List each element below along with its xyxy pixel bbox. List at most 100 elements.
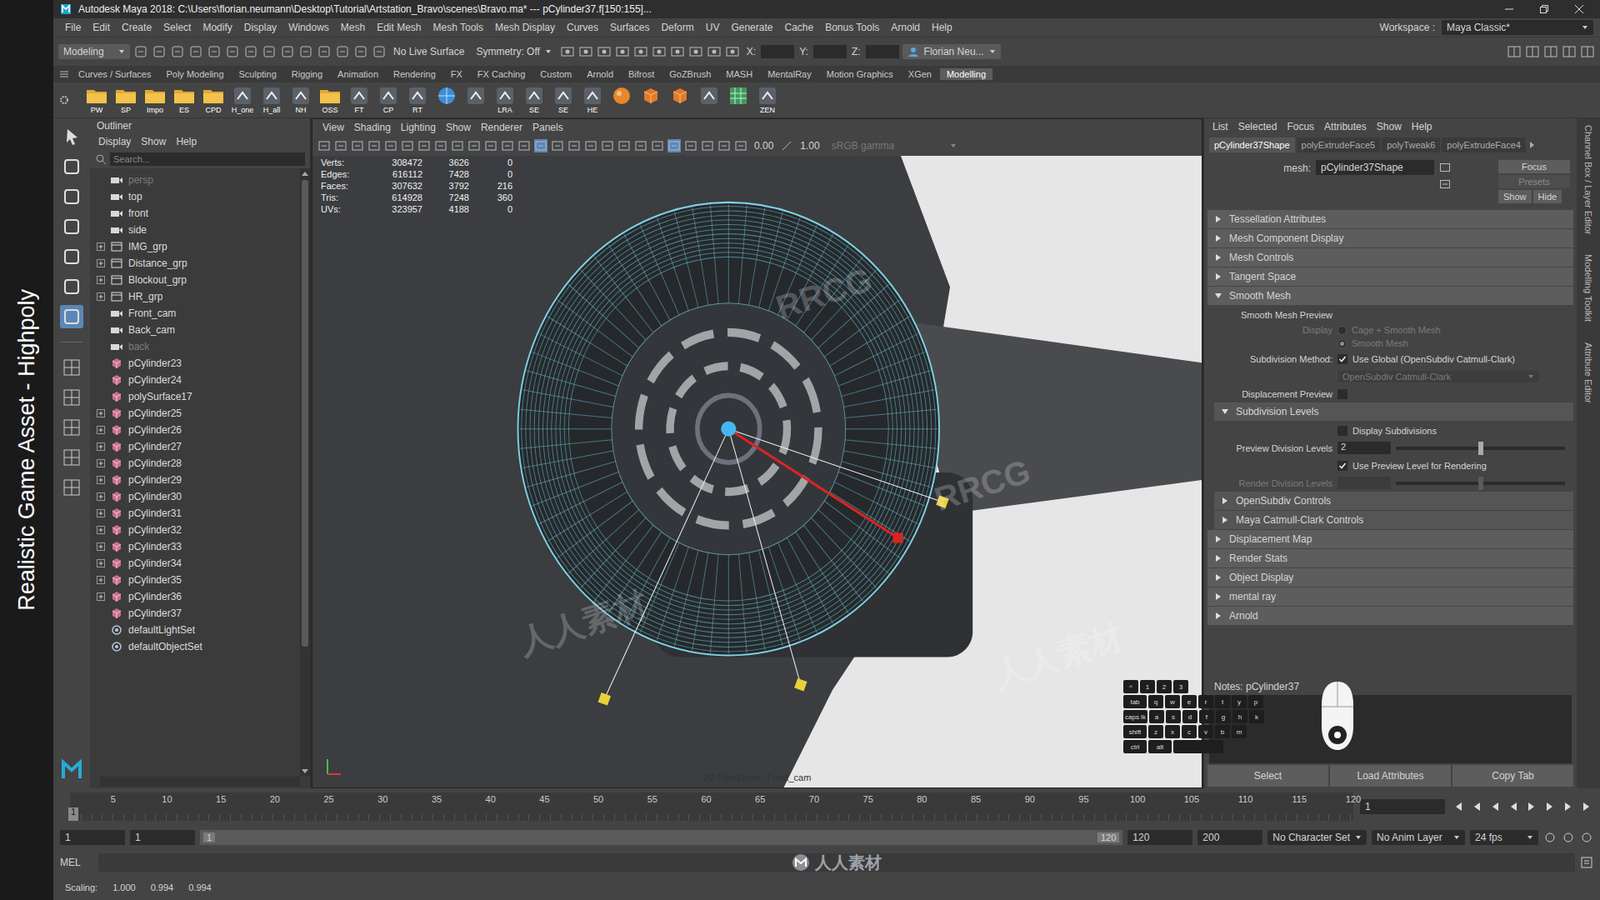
outliner-item[interactable]: pCylinder28 <box>90 455 300 472</box>
status-tool-icon[interactable] <box>371 44 387 60</box>
panel-layout-icon[interactable] <box>60 475 84 500</box>
shelf-button[interactable] <box>725 85 751 115</box>
gamma-value[interactable]: 1.00 <box>796 140 823 152</box>
viewport-tool-icon[interactable] <box>634 139 648 153</box>
start-time-field[interactable]: 1 <box>60 830 125 845</box>
status-tool-icon[interactable] <box>170 44 185 60</box>
shelf-button[interactable]: H_one <box>230 85 255 115</box>
shelf-button[interactable] <box>463 85 489 115</box>
tool-icon[interactable] <box>60 185 84 209</box>
status-tool-icon[interactable] <box>353 44 369 60</box>
outliner-item[interactable]: pCylinder36 <box>90 588 300 605</box>
playback-start-field[interactable]: 1 <box>130 830 195 845</box>
attribute-menu-item[interactable]: Focus <box>1281 120 1320 133</box>
outliner-item[interactable]: pCylinder30 <box>90 488 300 505</box>
node-tab[interactable]: polyExtrudeFace4 <box>1441 137 1526 153</box>
menu-item[interactable]: Generate <box>725 21 778 34</box>
status-tool-icon[interactable] <box>133 44 149 60</box>
shelf-button[interactable] <box>696 85 722 115</box>
render-tool-icon[interactable] <box>706 44 722 60</box>
expand-plus-icon[interactable] <box>96 509 105 518</box>
playback-icon[interactable] <box>1525 800 1539 814</box>
outliner-item[interactable]: IMG_grp <box>90 238 300 255</box>
scroll-down-icon[interactable] <box>300 766 310 775</box>
coordinate-field[interactable] <box>760 45 795 59</box>
range-bar[interactable]: 1120 <box>200 830 1123 845</box>
outliner-item[interactable]: defaultObjectSet <box>90 638 300 655</box>
status-tool-icon[interactable] <box>206 44 222 60</box>
expand-plus-icon[interactable] <box>96 592 105 601</box>
attribute-menu-item[interactable]: Show <box>1371 120 1407 133</box>
viewport-canvas[interactable]: Verts:30847236260Edges:61611274280Faces:… <box>312 155 1202 788</box>
viewport-tool-icon[interactable] <box>484 139 498 153</box>
shelf-button[interactable] <box>638 85 664 115</box>
outliner-item[interactable]: pCylinder29 <box>90 471 300 489</box>
expand-plus-icon[interactable] <box>96 475 105 485</box>
outliner-item[interactable]: pCylinder35 <box>90 571 300 589</box>
tool-icon[interactable] <box>60 215 84 239</box>
menu-item[interactable]: File <box>60 21 86 34</box>
attribute-section[interactable]: Smooth Mesh <box>1207 286 1574 306</box>
layout-icon[interactable] <box>1506 44 1522 60</box>
viewport-tool-icon[interactable] <box>350 139 365 153</box>
viewport-tool-icon[interactable] <box>384 139 398 153</box>
viewport-tool-icon[interactable] <box>717 139 731 153</box>
menu-item[interactable]: Windows <box>283 21 335 34</box>
user-dropdown[interactable]: Florian Neu... <box>902 44 1001 60</box>
render-tool-icon[interactable] <box>615 44 630 60</box>
shelf-tab[interactable]: MASH <box>719 68 760 80</box>
viewport-tool-icon[interactable] <box>667 139 681 153</box>
outliner-item[interactable]: persp <box>90 171 300 189</box>
tool-icon[interactable] <box>60 245 84 269</box>
wheel-mesh[interactable] <box>518 202 940 656</box>
menu-item[interactable]: UV <box>700 21 725 34</box>
panel-layout-icon[interactable] <box>60 385 84 410</box>
attribute-section[interactable]: Render Stats <box>1207 549 1574 569</box>
playback-end-field[interactable]: 120 <box>1127 830 1193 845</box>
viewport-tool-icon[interactable] <box>434 139 448 153</box>
shelf-tab[interactable]: Animation <box>330 68 385 80</box>
tool-icon[interactable] <box>60 275 84 299</box>
expand-plus-icon[interactable] <box>96 492 105 501</box>
status-tool-icon[interactable] <box>316 44 332 60</box>
playback-icon[interactable] <box>1470 800 1484 814</box>
outliner-item[interactable]: defaultLightSet <box>90 621 300 639</box>
status-tool-icon[interactable] <box>335 44 350 60</box>
viewport-tool-icon[interactable] <box>550 139 565 153</box>
restore-icon[interactable] <box>1538 3 1550 15</box>
viewport-tool-icon[interactable] <box>617 139 631 153</box>
viewport-tool-icon[interactable] <box>700 139 715 153</box>
outliner-item[interactable]: Front_cam <box>90 305 300 322</box>
expand-plus-icon[interactable] <box>96 525 105 535</box>
attribute-section[interactable]: Object Display <box>1207 568 1574 588</box>
outliner-item[interactable]: pCylinder34 <box>90 555 300 572</box>
viewport-tool-icon[interactable] <box>684 139 698 153</box>
menu-item[interactable]: Mesh Tools <box>428 21 489 34</box>
shelf-menu-icon[interactable] <box>58 68 70 80</box>
status-tool-icon[interactable] <box>298 44 314 60</box>
shelf-button[interactable]: SP <box>113 85 139 115</box>
outliner-item[interactable]: pCylinder23 <box>90 355 300 372</box>
menu-item[interactable]: Select <box>158 21 196 34</box>
shelf-tab[interactable]: FX Caching <box>470 68 532 80</box>
viewport-menu-item[interactable]: Renderer <box>475 121 528 134</box>
viewport-tool-icon[interactable] <box>467 139 481 153</box>
outliner-item[interactable]: Distance_grp <box>90 255 300 272</box>
outliner-item[interactable]: back <box>90 338 300 355</box>
menu-item[interactable]: Mesh Display <box>490 21 560 34</box>
menu-item[interactable]: Edit <box>87 21 115 34</box>
layout-icon[interactable] <box>1561 44 1577 60</box>
outliner-item[interactable]: polySurface17 <box>90 388 300 405</box>
render-tool-icon[interactable] <box>651 44 667 60</box>
outliner-item[interactable]: pCylinder26 <box>90 421 300 439</box>
focus-button[interactable]: Focus <box>1498 160 1570 174</box>
playback-option-icon[interactable] <box>1580 830 1594 845</box>
shelf-tab[interactable]: Poly Modeling <box>159 68 230 80</box>
symmetry-dropdown[interactable]: Symmetry: Off <box>470 44 556 60</box>
shelf-tab[interactable]: Modelling <box>940 68 993 80</box>
node-tab[interactable]: pCylinder37Shape <box>1209 137 1295 153</box>
side-tab[interactable]: Attribute Editor <box>1583 342 1594 404</box>
panel-layout-icon[interactable] <box>60 355 84 380</box>
shelf-button[interactable] <box>667 85 693 115</box>
coordinate-field[interactable] <box>813 45 847 59</box>
